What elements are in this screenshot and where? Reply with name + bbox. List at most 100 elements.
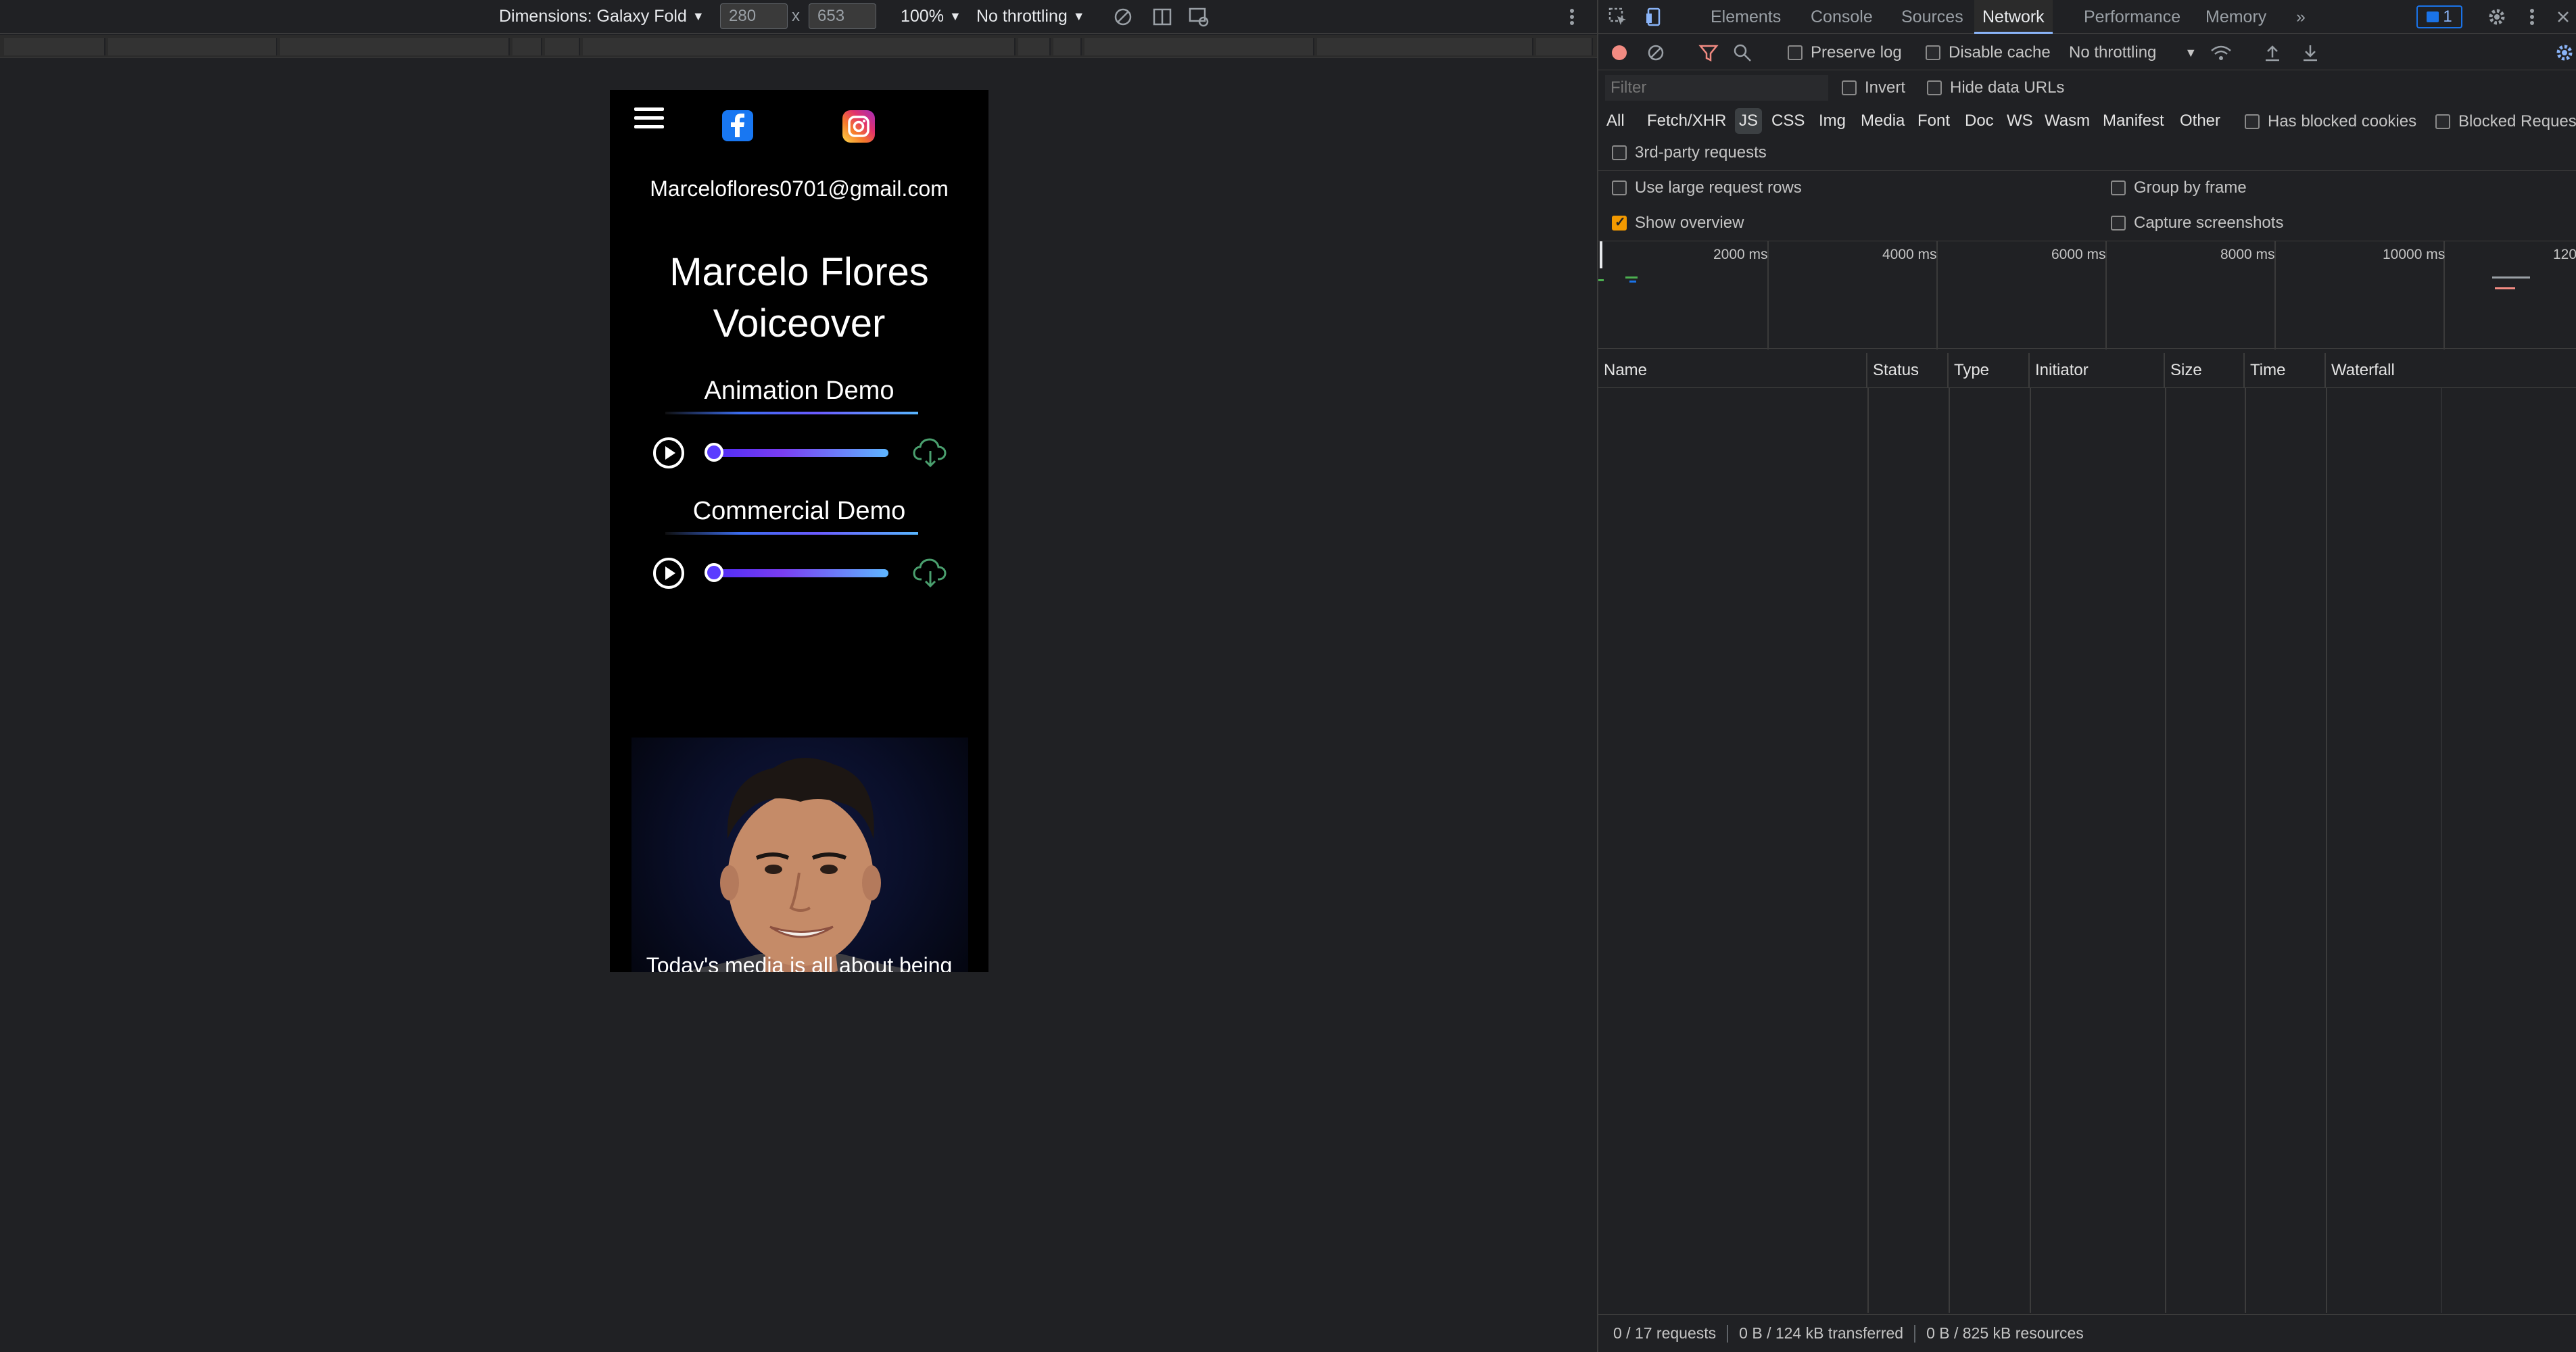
invert-checkbox[interactable]: Invert	[1842, 78, 1905, 97]
cloud-download-icon[interactable]	[912, 558, 949, 589]
column-header-type[interactable]: Type	[1949, 353, 2030, 388]
devtools-panel: Elements Console Sources Network Perform…	[1597, 0, 2576, 1352]
hide-data-urls-checkbox[interactable]: Hide data URLs	[1927, 78, 2064, 97]
checkbox-box	[1788, 45, 1803, 60]
capture-screenshots-checkbox[interactable]: Capture screenshots	[2111, 214, 2283, 233]
show-overview-checkbox[interactable]: Show overview	[1612, 214, 1744, 233]
height-input[interactable]: 653	[809, 3, 876, 29]
type-filter-ws[interactable]: WS	[2003, 108, 2037, 134]
tab-sources[interactable]: Sources	[1893, 0, 1972, 34]
width-input[interactable]: 280	[720, 3, 788, 29]
large-rows-checkbox[interactable]: Use large request rows	[1612, 178, 1802, 197]
column-header-status[interactable]: Status	[1867, 353, 1949, 388]
large-rows-label: Use large request rows	[1635, 178, 1802, 197]
timeline-cursor	[1600, 241, 1602, 268]
blocked-requests-checkbox[interactable]: Blocked Requests	[2435, 112, 2576, 131]
more-tabs-icon[interactable]: »	[2288, 0, 2314, 34]
facebook-icon[interactable]	[722, 110, 753, 141]
type-filter-doc[interactable]: Doc	[1961, 108, 1998, 134]
settings-gear-icon[interactable]	[2485, 5, 2508, 28]
wifi-conditions-icon[interactable]	[2210, 41, 2233, 64]
type-filter-fetch-xhr[interactable]: Fetch/XHR	[1643, 108, 1730, 134]
play-button[interactable]	[653, 437, 684, 468]
profile-portrait	[631, 738, 968, 972]
type-filter-wasm[interactable]: Wasm	[2041, 108, 2094, 134]
clear-icon[interactable]	[1644, 41, 1667, 64]
search-icon[interactable]	[1731, 41, 1754, 64]
tab-console[interactable]: Console	[1803, 0, 1881, 34]
dimensions-dropdown[interactable]: Dimensions: Galaxy Fold ▼	[499, 7, 705, 26]
type-filter-img[interactable]: Img	[1815, 108, 1850, 134]
contact-email[interactable]: Marceloflores0701@gmail.com	[610, 176, 988, 201]
caret-down-icon: ▼	[949, 9, 961, 23]
filter-input[interactable]	[1605, 75, 1828, 101]
column-header-name[interactable]: Name	[1598, 353, 1867, 388]
throttling-dropdown[interactable]: No throttling ▼	[976, 7, 1085, 26]
network-requests-table: Name Status Type Initiator Size Time Wat…	[1598, 353, 2576, 1313]
group-by-frame-checkbox[interactable]: Group by frame	[2111, 178, 2247, 197]
issues-badge[interactable]: 1	[2416, 5, 2462, 28]
checkbox-box	[1842, 80, 1857, 95]
column-header-time[interactable]: Time	[2245, 353, 2326, 388]
play-button[interactable]	[653, 558, 684, 589]
hamburger-menu-icon[interactable]	[634, 107, 664, 132]
type-filter-css[interactable]: CSS	[1767, 108, 1809, 134]
third-party-checkbox[interactable]: 3rd-party requests	[1612, 143, 1767, 162]
type-filter-other[interactable]: Other	[2176, 108, 2224, 134]
throttling-label: No throttling	[976, 7, 1068, 26]
caret-down-icon: ▼	[692, 9, 705, 23]
blocked-requests-label: Blocked Requests	[2458, 112, 2576, 130]
sensors-icon[interactable]	[1187, 5, 1210, 28]
type-filter-font[interactable]: Font	[1913, 108, 1954, 134]
checkbox-box	[1926, 45, 1940, 60]
dual-screen-icon[interactable]	[1151, 5, 1174, 28]
bio-paragraph: Today's media is all about being	[646, 953, 953, 972]
inspect-element-icon[interactable]	[1606, 5, 1629, 28]
import-upload-icon[interactable]	[2261, 41, 2284, 64]
device-toggle-icon[interactable]	[1643, 5, 1666, 28]
network-throttling-dropdown[interactable]: No throttling ▼	[2069, 43, 2197, 62]
more-options-icon[interactable]	[1560, 5, 1583, 28]
type-filter-all[interactable]: All	[1602, 108, 1629, 134]
zoom-dropdown[interactable]: 100% ▼	[901, 7, 961, 26]
type-filter-manifest[interactable]: Manifest	[2099, 108, 2168, 134]
overview-tick: 6000 ms	[2051, 247, 2106, 262]
cloud-download-icon[interactable]	[912, 437, 949, 468]
seek-slider[interactable]	[705, 443, 888, 462]
timeline-bar	[1598, 279, 1604, 281]
rotate-icon[interactable]	[1112, 5, 1135, 28]
tab-memory[interactable]: Memory	[2197, 0, 2274, 34]
column-header-initiator[interactable]: Initiator	[2030, 353, 2165, 388]
show-overview-label: Show overview	[1635, 214, 1744, 232]
type-filter-js[interactable]: JS	[1735, 108, 1763, 134]
filter-funnel-icon[interactable]	[1697, 41, 1720, 64]
tab-performance[interactable]: Performance	[2076, 0, 2189, 34]
preserve-log-checkbox[interactable]: Preserve log	[1788, 43, 1902, 62]
hide-data-urls-label: Hide data URLs	[1950, 78, 2065, 97]
instagram-icon[interactable]	[842, 110, 875, 143]
seek-thumb[interactable]	[705, 563, 723, 582]
tab-network[interactable]: Network	[1974, 0, 2053, 34]
timeline-bar	[1625, 276, 1638, 279]
has-blocked-cookies-checkbox[interactable]: Has blocked cookies	[2245, 112, 2416, 131]
column-header-waterfall[interactable]: Waterfall	[2326, 353, 2576, 388]
checkbox-box	[1612, 145, 1627, 160]
animation-demo-player	[610, 436, 988, 470]
invert-label: Invert	[1865, 78, 1906, 97]
media-query-ruler[interactable]	[0, 35, 1597, 58]
network-overview-timeline[interactable]: 2000 ms 4000 ms 6000 ms 8000 ms 10000 ms…	[1598, 241, 2576, 349]
network-settings-gear-icon[interactable]	[2553, 41, 2576, 64]
seek-thumb[interactable]	[705, 443, 723, 462]
tab-elements[interactable]: Elements	[1702, 0, 1789, 34]
disable-cache-checkbox[interactable]: Disable cache	[1926, 43, 2051, 62]
close-icon[interactable]	[2552, 5, 2575, 28]
commercial-demo-heading: Commercial Demo	[692, 497, 906, 525]
column-header-size[interactable]: Size	[2165, 353, 2245, 388]
network-toolbar: Preserve log Disable cache No throttling…	[1598, 35, 2576, 70]
export-download-icon[interactable]	[2299, 41, 2322, 64]
seek-slider[interactable]	[705, 563, 888, 582]
record-icon[interactable]	[1608, 41, 1631, 64]
more-options-icon[interactable]	[2521, 5, 2544, 28]
type-filter-media[interactable]: Media	[1857, 108, 1909, 134]
overview-tick: 8000 ms	[2220, 247, 2275, 262]
